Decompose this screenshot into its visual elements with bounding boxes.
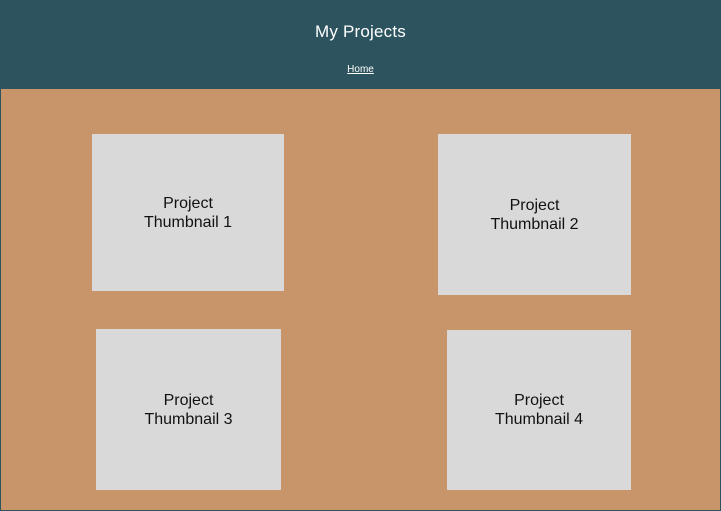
project-thumbnail-4[interactable]: Project Thumbnail 4 (447, 330, 631, 490)
project-thumbnail-1[interactable]: Project Thumbnail 1 (92, 134, 284, 291)
project-thumbnail-1-label-line1: Project (163, 194, 213, 212)
project-thumbnail-3-label-line2: Thumbnail 3 (144, 410, 233, 428)
project-thumbnail-2-label-line2: Thumbnail 2 (490, 215, 579, 233)
project-thumbnail-1-label-line2: Thumbnail 1 (143, 213, 233, 231)
project-thumbnail-3[interactable]: Project Thumbnail 3 (96, 329, 281, 490)
nav-home-link-container: Home (0, 63, 721, 77)
nav-home-link[interactable]: Home (347, 64, 374, 75)
project-thumbnail-2[interactable]: Project Thumbnail 2 (438, 134, 631, 295)
project-thumbnail-4-label-line1: Project (514, 392, 564, 409)
project-thumbnail-4-label-line2: Thumbnail 4 (494, 411, 584, 428)
project-thumbnail-3-label-line1: Project (163, 391, 214, 409)
project-thumbnail-2-label-line1: Project (509, 196, 560, 214)
site-header: My Projects Home (0, 0, 721, 89)
page-title: My Projects (315, 22, 406, 41)
